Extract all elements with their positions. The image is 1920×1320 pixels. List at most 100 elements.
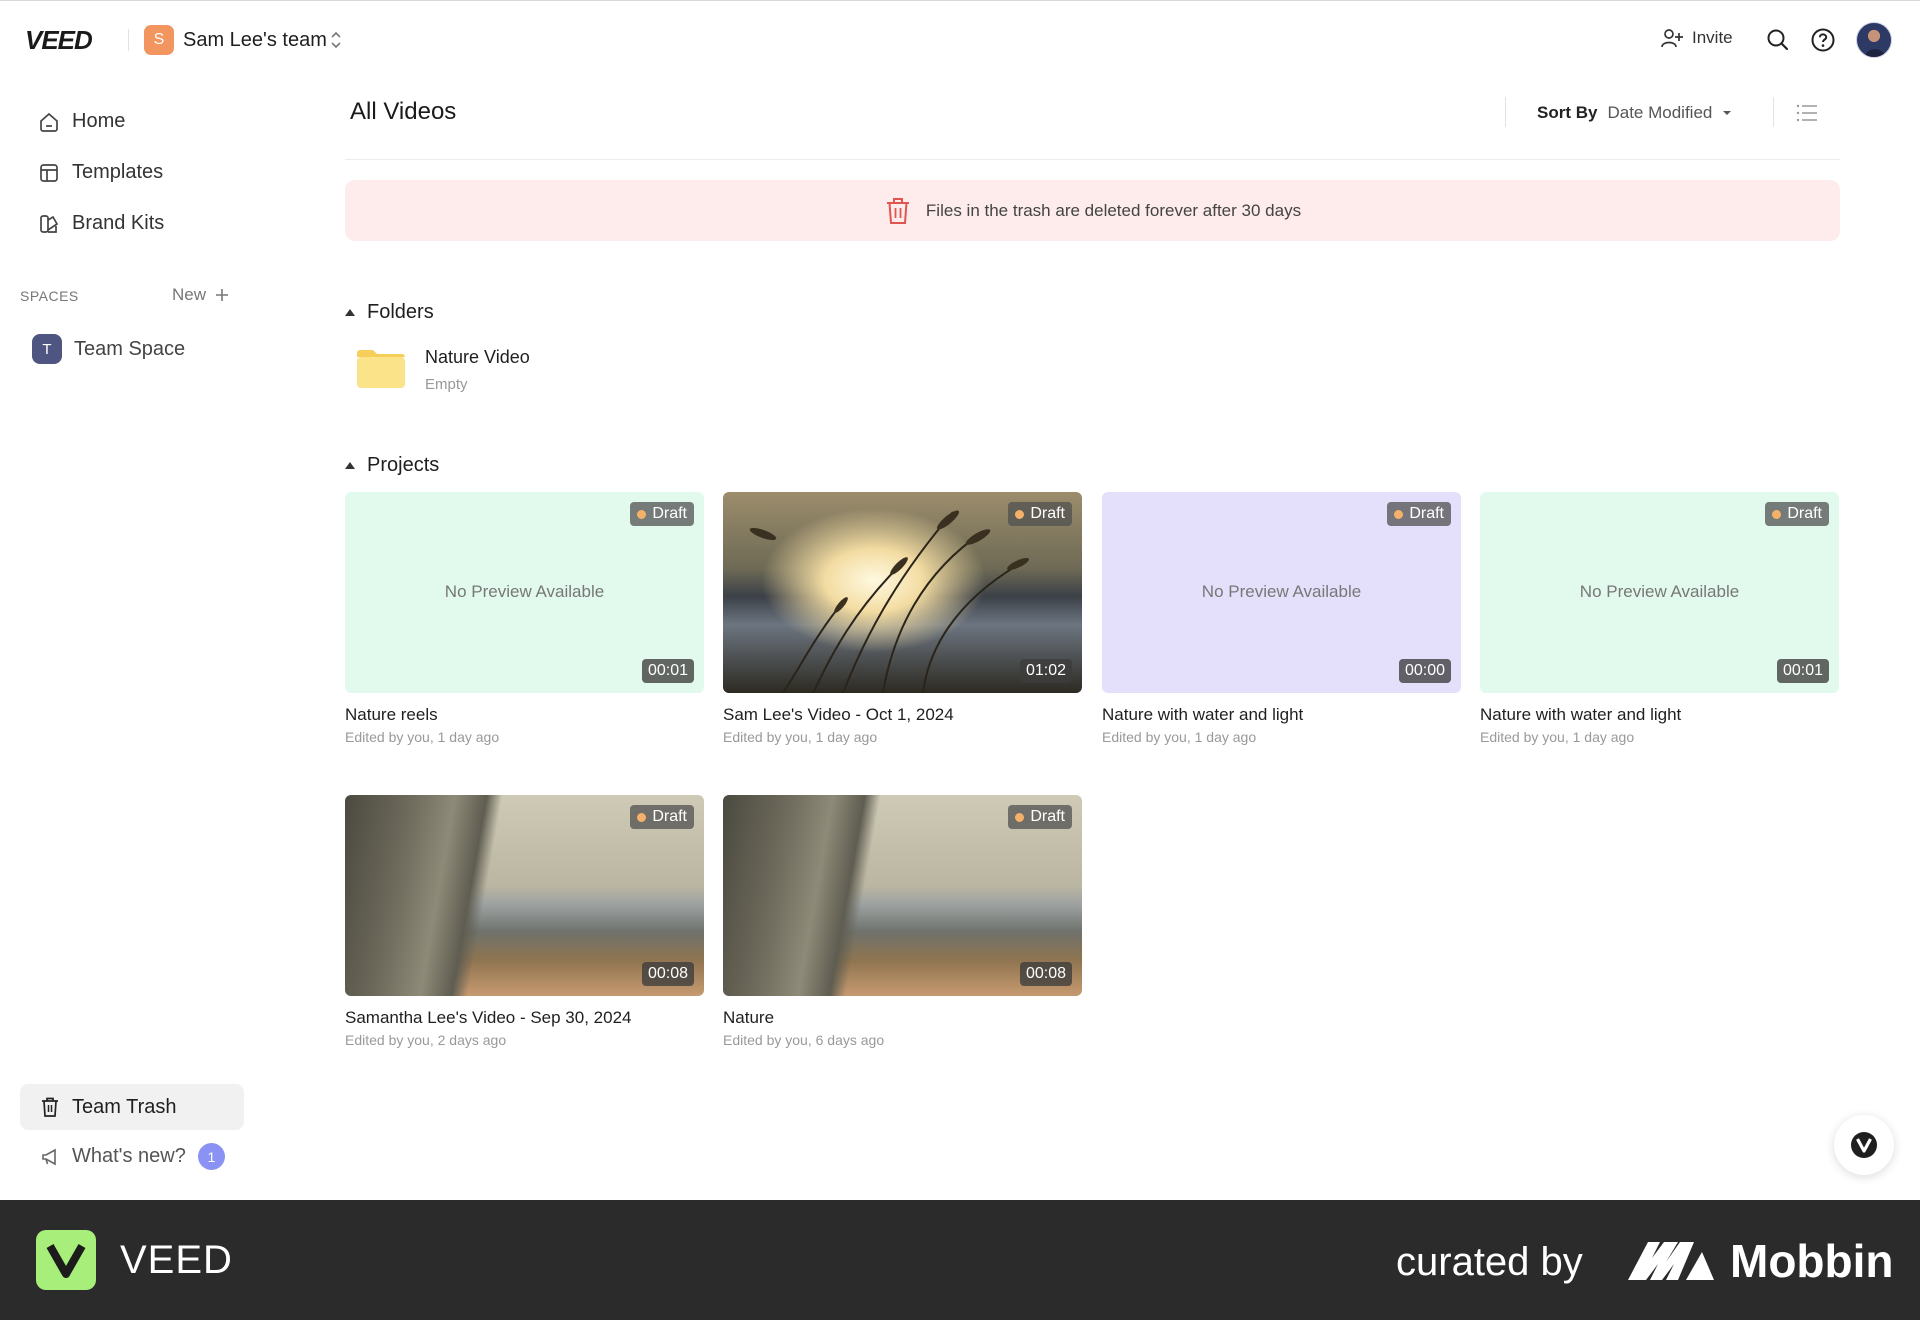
project-title[interactable]: Nature [723,1008,1082,1028]
whats-new-label: What's new? [72,1145,186,1167]
space-label: Team Space [74,337,186,360]
no-preview-text: No Preview Available [1579,582,1740,601]
draft-dot-icon [1394,509,1404,519]
sort-value: Date Modified [1607,103,1713,122]
space-avatar: T [32,334,62,364]
megaphone-icon [42,1148,56,1165]
folder-item[interactable]: Nature Video Empty [355,345,530,393]
veed-v-icon [46,1244,86,1278]
team-switcher[interactable]: Sam Lee's team [183,29,327,52]
trash-notice-text: Files in the trash are deleted forever a… [925,200,1302,220]
trash-icon [886,197,909,224]
sidebar-item-brand-kits[interactable]: Brand Kits [38,212,164,235]
draft-badge: Draft [630,805,694,829]
draft-label: Draft [652,505,687,522]
project-card[interactable]: No Preview Available Draft 00:01 Nature … [345,492,704,745]
project-thumbnail[interactable]: No Preview Available Draft 00:00 [1102,492,1461,693]
spaces-heading: SPACES [20,288,79,304]
project-card[interactable]: No Preview Available Draft 00:01 Nature … [1480,492,1839,745]
folders-heading: Folders [367,301,434,323]
project-edited: Edited by you, 1 day ago [1102,729,1257,745]
draft-label: Draft [1409,505,1444,522]
duration-badge: 00:01 [1776,659,1829,683]
project-edited: Edited by you, 6 days ago [723,1032,885,1048]
plus-icon [216,289,229,301]
invite-button[interactable]: Invite [1660,27,1733,49]
trash-label: Team Trash [72,1095,177,1118]
project-card[interactable]: No Preview Available Draft 00:00 Nature … [1102,492,1461,745]
brand-kits-icon [40,214,59,233]
project-title[interactable]: Nature reels [345,705,704,725]
header-divider [1773,97,1774,127]
trash-notice-banner: Files in the trash are deleted forever a… [345,180,1840,241]
draft-dot-icon [1015,509,1025,519]
sidebar-item-home[interactable]: Home [38,110,125,133]
project-card[interactable]: Draft 00:08 Samantha Lee's Video - Sep 3… [345,795,704,1048]
caret-down-icon [1723,111,1732,115]
sidebar-item-templates[interactable]: Templates [38,161,163,184]
draft-dot-icon [1015,812,1025,822]
project-edited: Edited by you, 1 day ago [345,729,500,745]
sidebar-item-label: Brand Kits [72,212,165,234]
invite-label: Invite [1692,28,1733,47]
project-card[interactable]: Draft 00:08 Nature Edited by you, 6 days… [723,795,1082,1048]
search-icon[interactable] [1765,27,1791,53]
project-card[interactable]: Draft 01:02 Sam Lee's Video - Oct 1, 202… [723,492,1082,745]
draft-badge: Draft [1008,502,1072,526]
header-rule [345,159,1840,160]
list-view-icon[interactable] [1796,103,1818,123]
add-user-icon [1661,29,1683,48]
draft-badge: Draft [1765,502,1829,526]
sidebar-item-team-space[interactable]: T Team Space [32,334,185,364]
project-edited: Edited by you, 1 day ago [1480,729,1635,745]
project-thumbnail[interactable]: Draft 00:08 [345,795,704,996]
header-divider [1505,97,1506,127]
veed-chat-icon [1851,1132,1877,1158]
draft-dot-icon [1772,509,1782,519]
new-space-button[interactable]: New [172,285,230,305]
draft-dot-icon [637,812,647,822]
duration-badge: 00:01 [641,659,694,683]
team-avatar[interactable]: S [144,25,174,55]
project-edited: Edited by you, 2 days ago [345,1032,507,1048]
duration-badge: 00:00 [1398,659,1451,683]
project-thumbnail[interactable]: No Preview Available Draft 00:01 [345,492,704,693]
top-bar: VEED S Sam Lee's team Invite [0,0,1920,78]
project-title[interactable]: Nature with water and light [1102,705,1461,725]
mobbin-logo-icon [1628,1242,1714,1280]
mobbin-wordmark: Mobbin [1730,1235,1894,1287]
footer-brand: VEED [120,1238,233,1282]
veed-app-icon [36,1230,96,1290]
sidebar-item-team-trash[interactable]: Team Trash [20,1084,244,1130]
caret-up-icon [345,309,355,316]
sort-dropdown[interactable]: Sort By Date Modified [1537,103,1732,123]
duration-badge: 01:02 [1019,659,1072,683]
folder-subtitle: Empty [425,376,468,393]
project-thumbnail[interactable]: Draft 00:08 [723,795,1082,996]
trash-icon [42,1097,58,1117]
projects-section-toggle[interactable]: Projects [345,454,439,477]
duration-badge: 00:08 [641,962,694,986]
draft-label: Draft [1030,505,1065,522]
whats-new-button[interactable]: What's new? 1 [40,1143,225,1170]
user-avatar[interactable] [1856,22,1892,58]
home-icon [40,112,58,132]
help-icon[interactable] [1810,27,1836,53]
project-title[interactable]: Nature with water and light [1480,705,1839,725]
project-thumbnail[interactable]: No Preview Available Draft 00:01 [1480,492,1839,693]
header-divider [128,29,129,51]
draft-badge: Draft [630,502,694,526]
draft-label: Draft [1787,505,1822,522]
folders-section-toggle[interactable]: Folders [345,301,434,324]
notification-badge: 1 [197,1143,225,1170]
support-chat-button[interactable] [1834,1115,1894,1175]
project-edited: Edited by you, 1 day ago [723,729,878,745]
project-thumbnail[interactable]: Draft 01:02 [723,492,1082,693]
duration-badge: 00:08 [1019,962,1072,986]
chevron-updown-icon[interactable] [330,29,342,51]
project-title[interactable]: Sam Lee's Video - Oct 1, 2024 [723,705,1082,725]
project-title[interactable]: Samantha Lee's Video - Sep 30, 2024 [345,1008,704,1028]
sidebar-item-label: Templates [72,161,164,183]
veed-logo[interactable]: VEED [25,25,93,56]
draft-badge: Draft [1387,502,1451,526]
